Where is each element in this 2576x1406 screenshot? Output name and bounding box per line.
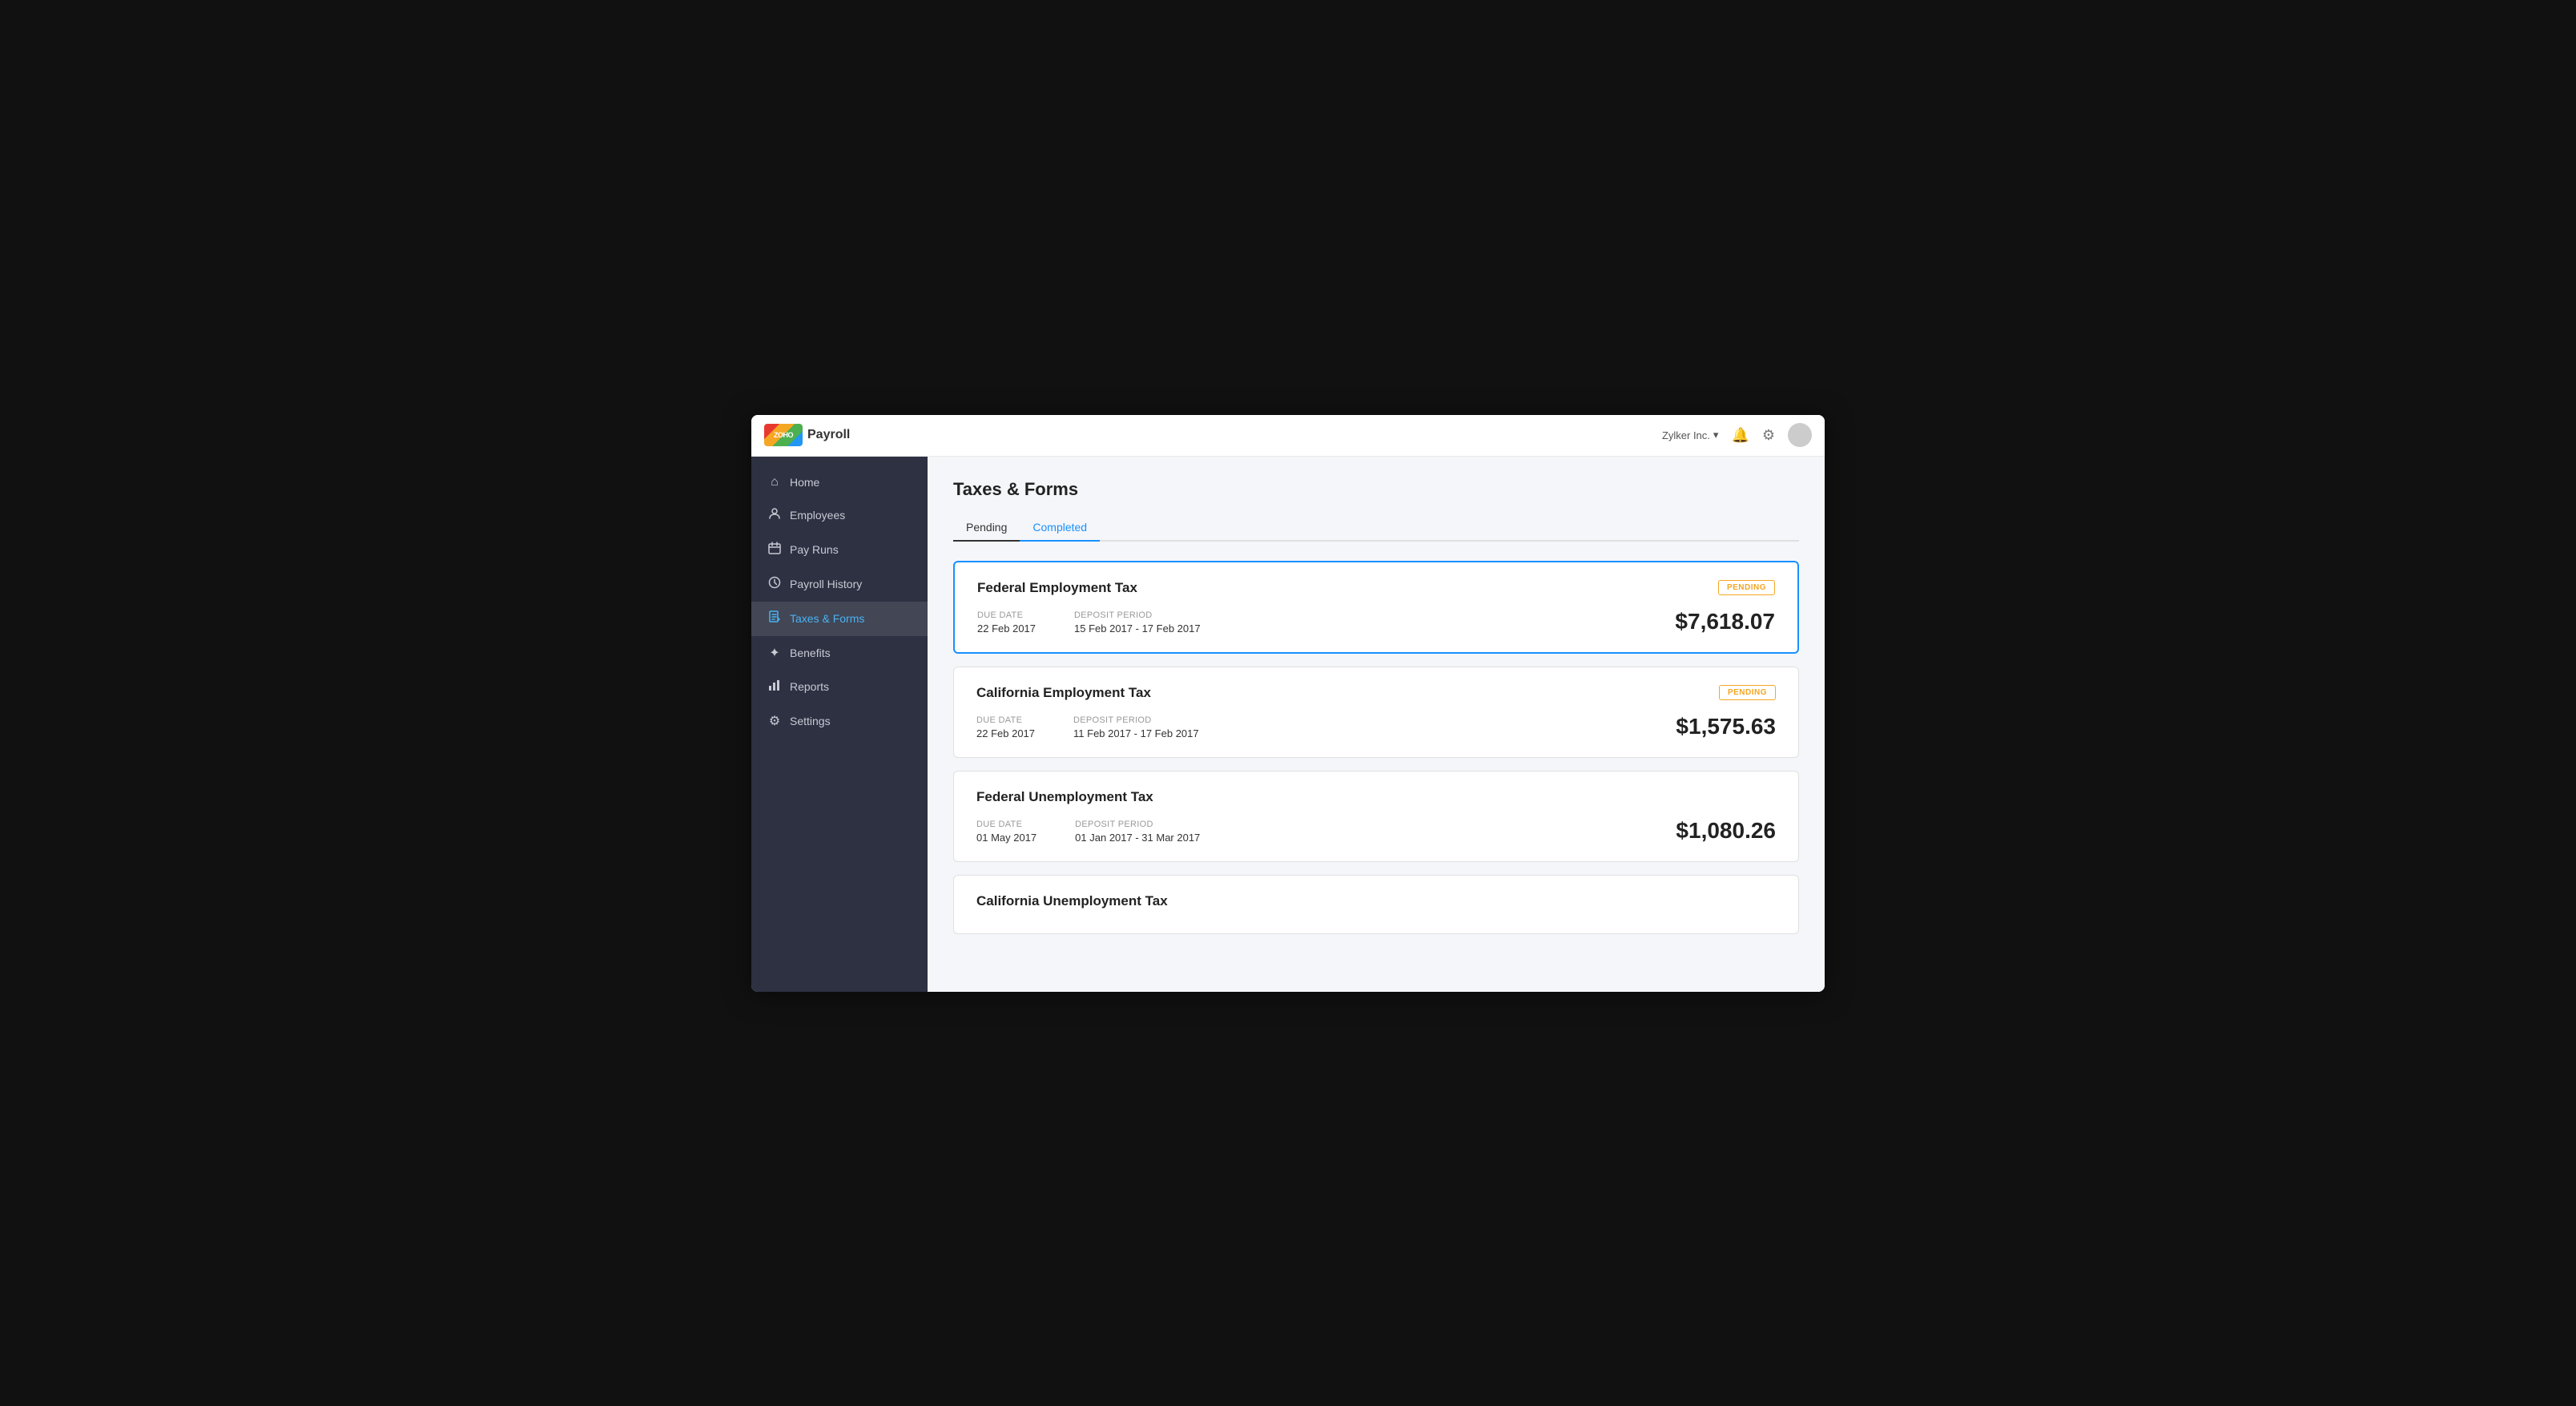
page-title: Taxes & Forms	[953, 479, 1799, 500]
deposit-period-value-1: 15 Feb 2017 - 17 Feb 2017	[1074, 622, 1201, 635]
pending-badge-1: PENDING	[1718, 580, 1775, 595]
sidebar: ⌂ Home Employees	[751, 457, 928, 992]
deposit-period-value-3: 01 Jan 2017 - 31 Mar 2017	[1075, 832, 1200, 844]
company-name-text: Zylker Inc.	[1662, 429, 1710, 441]
notification-icon[interactable]: 🔔	[1731, 427, 1749, 444]
sidebar-label-reports: Reports	[790, 680, 829, 693]
logo-area: ZOHO Payroll	[764, 424, 850, 446]
employees-icon	[767, 507, 782, 524]
zoho-logo: ZOHO	[764, 424, 803, 446]
tax-card-details-2: Due Date 22 Feb 2017 Deposit Period 11 F…	[976, 714, 1776, 739]
tax-card-header-1: Federal Employment Tax PENDING	[977, 580, 1775, 596]
deposit-period-label-1: Deposit Period	[1074, 610, 1201, 620]
sidebar-item-reports[interactable]: Reports	[751, 670, 928, 704]
taxes-forms-icon	[767, 610, 782, 627]
sidebar-label-payroll-history: Payroll History	[790, 578, 862, 590]
deposit-period-group-2: Deposit Period 11 Feb 2017 - 17 Feb 2017	[1073, 715, 1199, 739]
due-date-group-2: Due Date 22 Feb 2017	[976, 715, 1035, 739]
tax-card-details-3: Due Date 01 May 2017 Deposit Period 01 J…	[976, 818, 1776, 844]
payroll-history-icon	[767, 576, 782, 593]
tax-card-california-employment[interactable]: California Employment Tax PENDING Due Da…	[953, 667, 1799, 758]
tax-amount-1: $7,618.07	[1675, 609, 1775, 635]
sidebar-label-pay-runs: Pay Runs	[790, 543, 839, 556]
deposit-period-group-1: Deposit Period 15 Feb 2017 - 17 Feb 2017	[1074, 610, 1201, 635]
tax-card-federal-unemployment[interactable]: Federal Unemployment Tax Due Date 01 May…	[953, 771, 1799, 862]
sidebar-label-home: Home	[790, 476, 819, 489]
due-date-group-1: Due Date 22 Feb 2017	[977, 610, 1036, 635]
reports-icon	[767, 679, 782, 695]
tax-card-federal-employment[interactable]: Federal Employment Tax PENDING Due Date …	[953, 561, 1799, 654]
pay-runs-icon	[767, 542, 782, 558]
deposit-period-value-2: 11 Feb 2017 - 17 Feb 2017	[1073, 727, 1199, 739]
tax-card-header-3: Federal Unemployment Tax	[976, 789, 1776, 805]
sidebar-item-payroll-history[interactable]: Payroll History	[751, 567, 928, 602]
sidebar-label-taxes-forms: Taxes & Forms	[790, 612, 864, 625]
due-date-label-1: Due Date	[977, 610, 1036, 620]
tax-amount-2: $1,575.63	[1676, 714, 1776, 739]
content-area: Taxes & Forms Pending Completed Federal …	[928, 457, 1825, 992]
tabs: Pending Completed	[953, 514, 1799, 542]
sidebar-label-benefits: Benefits	[790, 647, 831, 659]
benefits-icon: ✦	[767, 645, 782, 661]
tax-meta-3: Due Date 01 May 2017 Deposit Period 01 J…	[976, 820, 1200, 844]
tax-card-header-2: California Employment Tax PENDING	[976, 685, 1776, 701]
sidebar-label-settings: Settings	[790, 715, 831, 727]
tax-card-california-unemployment[interactable]: California Unemployment Tax	[953, 875, 1799, 934]
pending-badge-2: PENDING	[1719, 685, 1776, 700]
sidebar-label-employees: Employees	[790, 509, 845, 522]
deposit-period-group-3: Deposit Period 01 Jan 2017 - 31 Mar 2017	[1075, 820, 1200, 844]
deposit-period-label-3: Deposit Period	[1075, 820, 1200, 829]
due-date-value-3: 01 May 2017	[976, 832, 1036, 844]
due-date-value-2: 22 Feb 2017	[976, 727, 1035, 739]
due-date-value-1: 22 Feb 2017	[977, 622, 1036, 635]
tax-meta-1: Due Date 22 Feb 2017 Deposit Period 15 F…	[977, 610, 1201, 635]
home-icon: ⌂	[767, 475, 782, 489]
tax-amount-3: $1,080.26	[1676, 818, 1776, 844]
tax-name-4: California Unemployment Tax	[976, 893, 1168, 909]
sidebar-item-home[interactable]: ⌂ Home	[751, 466, 928, 498]
due-date-label-2: Due Date	[976, 715, 1035, 725]
tax-card-details-1: Due Date 22 Feb 2017 Deposit Period 15 F…	[977, 609, 1775, 635]
tab-pending[interactable]: Pending	[953, 514, 1020, 542]
settings-sidebar-icon: ⚙	[767, 713, 782, 729]
due-date-group-3: Due Date 01 May 2017	[976, 820, 1036, 844]
sidebar-item-settings[interactable]: ⚙ Settings	[751, 704, 928, 738]
tab-completed[interactable]: Completed	[1020, 514, 1100, 542]
due-date-label-3: Due Date	[976, 820, 1036, 829]
tax-name-3: Federal Unemployment Tax	[976, 789, 1153, 805]
company-selector[interactable]: Zylker Inc. ▾	[1662, 429, 1719, 441]
user-avatar[interactable]	[1788, 423, 1812, 447]
app-name: Payroll	[807, 428, 850, 442]
header-right: Zylker Inc. ▾ 🔔 ⚙	[1662, 423, 1812, 447]
sidebar-item-taxes-forms[interactable]: Taxes & Forms	[751, 602, 928, 636]
tax-name-1: Federal Employment Tax	[977, 580, 1137, 596]
app-window: ZOHO Payroll Zylker Inc. ▾ 🔔 ⚙ ⌂ Home	[751, 415, 1825, 992]
company-dropdown-icon: ▾	[1713, 429, 1719, 441]
deposit-period-label-2: Deposit Period	[1073, 715, 1199, 725]
tax-card-header-4: California Unemployment Tax	[976, 893, 1776, 909]
settings-icon[interactable]: ⚙	[1762, 427, 1775, 444]
header: ZOHO Payroll Zylker Inc. ▾ 🔔 ⚙	[751, 415, 1825, 457]
sidebar-item-benefits[interactable]: ✦ Benefits	[751, 636, 928, 670]
sidebar-item-pay-runs[interactable]: Pay Runs	[751, 533, 928, 567]
tax-name-2: California Employment Tax	[976, 685, 1151, 701]
sidebar-item-employees[interactable]: Employees	[751, 498, 928, 533]
tax-meta-2: Due Date 22 Feb 2017 Deposit Period 11 F…	[976, 715, 1199, 739]
main-layout: ⌂ Home Employees	[751, 457, 1825, 992]
